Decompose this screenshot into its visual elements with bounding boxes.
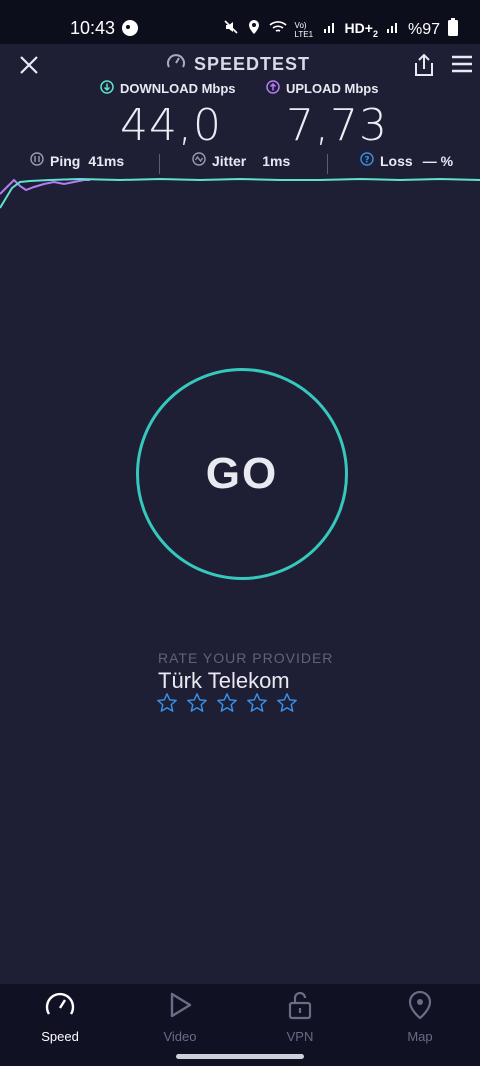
download-arrow-icon <box>100 80 114 97</box>
svg-text:?: ? <box>364 156 369 166</box>
go-button[interactable]: GO <box>136 368 348 580</box>
ping-icon <box>30 152 44 169</box>
tab-vpn[interactable]: VPN <box>240 990 360 1044</box>
tab-map[interactable]: Map <box>360 990 480 1044</box>
rating-star-4[interactable] <box>246 692 268 714</box>
mute-icon <box>223 19 239 40</box>
app-title-text: SPEEDTEST <box>194 54 311 74</box>
app-bar: SPEEDTEST <box>0 44 480 84</box>
ping-stat[interactable]: Ping 41ms <box>30 152 124 169</box>
app-notification-icon <box>120 18 140 43</box>
tab-speed[interactable]: Speed <box>0 990 120 1044</box>
rating-stars <box>156 692 298 714</box>
provider-name: Türk Telekom <box>158 668 290 693</box>
rating-star-1[interactable] <box>156 692 178 714</box>
metric-values: 44,0 7,73 <box>0 100 480 151</box>
battery-icon <box>448 18 458 41</box>
upload-arrow-icon <box>266 80 280 97</box>
battery-text: %97 <box>407 20 440 38</box>
upload-label: UPLOAD Mbps <box>266 80 378 97</box>
close-icon[interactable] <box>18 54 40 76</box>
jitter-stat[interactable]: Jitter 1ms <box>192 152 290 169</box>
help-icon: ? <box>360 152 374 169</box>
app-title: SPEEDTEST <box>166 52 310 77</box>
metric-labels: DOWNLOAD Mbps UPLOAD Mbps <box>0 80 480 102</box>
speedometer-icon <box>44 990 76 1025</box>
signal-icon <box>323 20 337 39</box>
hd-indicator: HD+2 <box>344 20 378 39</box>
signal-icon-2 <box>386 20 400 39</box>
rating-star-5[interactable] <box>276 692 298 714</box>
download-label: DOWNLOAD Mbps <box>100 80 236 97</box>
home-indicator[interactable] <box>176 1054 304 1059</box>
rating-star-3[interactable] <box>216 692 238 714</box>
status-bar: 10:43 Vo) LTE1 HD+2 %97 <box>0 0 480 44</box>
play-icon <box>165 990 195 1025</box>
share-icon[interactable] <box>412 52 436 78</box>
download-value: 44,0 <box>120 100 222 151</box>
network-type: Vo) LTE1 <box>294 20 314 39</box>
location-icon <box>247 19 261 40</box>
upload-value: 7,73 <box>286 100 388 151</box>
rating-star-2[interactable] <box>186 692 208 714</box>
rate-caption: RATE YOUR PROVIDER <box>158 650 334 666</box>
status-icons: Vo) LTE1 HD+2 %97 <box>223 18 458 41</box>
jitter-icon <box>192 152 206 169</box>
menu-icon[interactable] <box>450 54 474 74</box>
speed-graph <box>0 170 480 214</box>
lock-icon <box>287 990 313 1025</box>
speedtest-logo-icon <box>166 52 186 77</box>
status-time: 10:43 <box>70 18 116 38</box>
tab-video[interactable]: Video <box>120 990 240 1044</box>
loss-stat[interactable]: ? Loss — % <box>360 152 453 169</box>
map-pin-icon <box>407 990 433 1025</box>
wifi-icon <box>269 20 287 39</box>
